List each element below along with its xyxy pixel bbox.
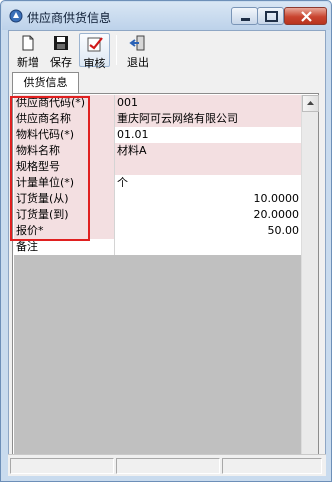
exit-door-icon [129, 35, 145, 51]
grid-row-value[interactable]: 10.0000 [115, 191, 301, 207]
tab-row: 供货信息 [9, 71, 325, 93]
toolbar-separator [116, 35, 117, 65]
grid-row-value[interactable]: 001 [115, 95, 301, 111]
tab-supply-info[interactable]: 供货信息 [12, 72, 79, 93]
save-icon [54, 36, 68, 50]
grid-row-value[interactable] [115, 239, 301, 255]
grid-row-value[interactable]: 01.01 [115, 127, 301, 143]
grid-row[interactable]: 备注 [14, 239, 301, 255]
audit-label: 审核 [83, 57, 106, 70]
window-title: 供应商供货信息 [27, 11, 112, 25]
toolbar: 新增 保存 审核 退出 [9, 31, 325, 70]
status-segment [222, 458, 322, 474]
close-icon [301, 11, 312, 22]
exit-button[interactable]: 退出 [123, 33, 153, 69]
maximize-icon [265, 11, 278, 22]
title-bar: 供应商供货信息 [2, 2, 330, 30]
required-fields-highlight [10, 96, 90, 241]
minimize-button[interactable] [231, 7, 258, 25]
grid-row-value[interactable]: 50.00 [115, 223, 301, 239]
app-icon [9, 9, 23, 23]
grid-row-value[interactable]: 20.0000 [115, 207, 301, 223]
grid-row-value[interactable]: 个 [115, 175, 301, 191]
new-label: 新增 [17, 56, 39, 69]
new-document-icon [22, 35, 34, 51]
grid-row-value[interactable]: 材料A [115, 143, 301, 159]
scroll-up-arrow-icon [307, 101, 314, 105]
audit-check-icon [87, 37, 103, 52]
close-button[interactable] [284, 7, 327, 25]
supplier-supply-window: 供应商供货信息 新增 保存 审核 退出 供货信息 供应商代码(*) 001 供应… [0, 0, 332, 482]
status-segment [116, 458, 220, 474]
save-button[interactable]: 保存 [46, 33, 76, 69]
scroll-up-button[interactable] [302, 95, 319, 112]
grid-row-label: 备注 [14, 239, 115, 255]
status-segment [10, 458, 114, 474]
grid-row-value[interactable]: 重庆阿可云网络有限公司 [115, 111, 301, 127]
status-bar [8, 454, 326, 476]
grid-row-value[interactable] [115, 159, 301, 175]
audit-button[interactable]: 审核 [79, 33, 110, 70]
minimize-icon [241, 18, 250, 21]
maximize-button[interactable] [257, 7, 284, 25]
new-button[interactable]: 新增 [13, 33, 43, 69]
save-label: 保存 [50, 56, 72, 69]
vertical-scrollbar[interactable] [301, 95, 319, 474]
exit-label: 退出 [127, 56, 149, 69]
